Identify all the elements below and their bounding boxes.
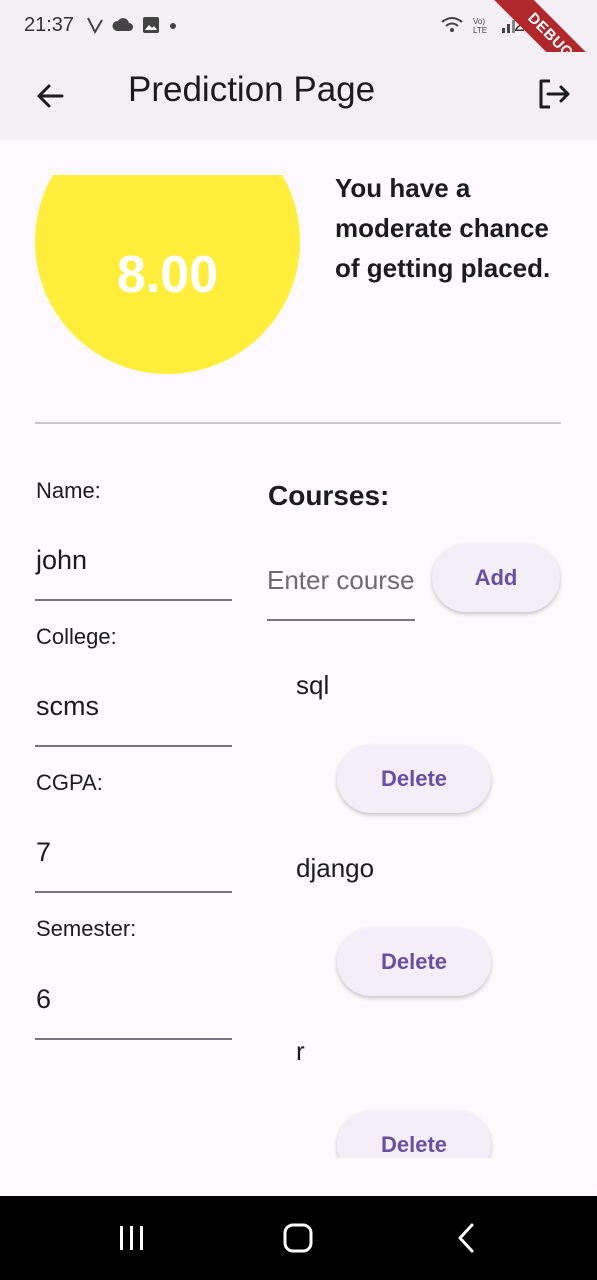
back-button[interactable]: [28, 74, 72, 118]
cgpa-value: 7: [36, 837, 52, 867]
logout-button[interactable]: [530, 70, 578, 118]
prediction-message: You have a moderate chance of getting pl…: [335, 173, 551, 283]
add-course-button[interactable]: Add: [432, 544, 560, 612]
home-button[interactable]: [273, 1218, 323, 1258]
arrow-left-icon: [37, 84, 64, 108]
back-icon: [458, 1223, 474, 1253]
wifi-icon: [441, 17, 463, 32]
signal-activity-icon: [87, 17, 103, 34]
cloud-icon: [112, 18, 133, 31]
college-value: scms: [36, 691, 99, 721]
app-bar: Prediction Page: [0, 52, 597, 140]
recent-apps-button[interactable]: [107, 1218, 157, 1258]
system-nav-bar: [0, 1196, 597, 1280]
delete-course-button[interactable]: Delete: [337, 1111, 491, 1158]
courses-title: Courses:: [268, 480, 390, 511]
course-input[interactable]: [267, 560, 415, 600]
cgpa-label: CGPA:: [36, 770, 103, 795]
home-icon: [283, 1223, 313, 1253]
system-back-button[interactable]: [441, 1218, 491, 1258]
status-time: 21:37: [24, 14, 75, 36]
recent-apps-icon: [120, 1226, 143, 1250]
course-item-name: r: [296, 1036, 305, 1066]
logout-icon: [539, 79, 570, 109]
delete-course-button[interactable]: Delete: [337, 928, 491, 996]
page-title: Prediction Page: [128, 70, 376, 109]
course-item-name: django: [296, 853, 375, 883]
divider: [35, 422, 561, 424]
status-icons-left: [86, 16, 178, 34]
course-item-name: sql: [296, 670, 330, 700]
delete-course-button[interactable]: Delete: [337, 745, 491, 813]
course-input-underline: [267, 619, 415, 621]
main-content[interactable]: 8.00 You have a moderate chance of getti…: [0, 140, 597, 1158]
cgpa-underline: [35, 891, 232, 893]
prediction-score: 8.00: [116, 246, 219, 304]
name-label: Name:: [36, 478, 101, 503]
semester-underline: [35, 1038, 232, 1040]
name-underline: [35, 599, 232, 601]
image-icon: [143, 17, 159, 33]
semester-value: 6: [36, 984, 52, 1014]
name-value: john: [36, 545, 88, 575]
score-circle: 8.00: [35, 175, 300, 375]
college-underline: [35, 745, 232, 747]
dot-icon: [170, 23, 176, 29]
semester-label: Semester:: [36, 916, 137, 941]
college-label: College:: [36, 624, 117, 649]
